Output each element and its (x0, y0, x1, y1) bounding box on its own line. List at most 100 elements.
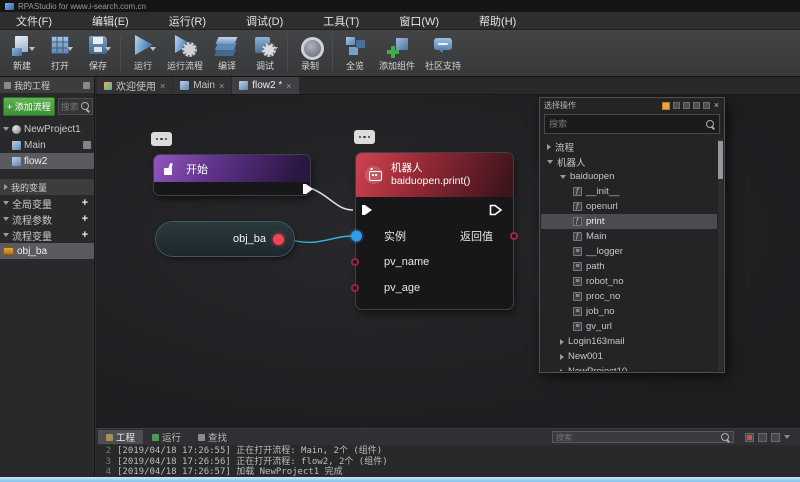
robot-function-node[interactable]: 机器人 baiduopen.print() 实例 返回值 pv_name (356, 153, 513, 309)
wrap-log-icon[interactable] (758, 433, 767, 442)
chevron-down-icon[interactable] (3, 201, 9, 205)
menu-window[interactable]: 窗口(W) (383, 12, 455, 29)
tab-main[interactable]: Main × (173, 77, 231, 94)
add-global-var-button[interactable]: + (79, 197, 91, 209)
close-icon[interactable]: × (286, 81, 291, 91)
ops-tree-item-main[interactable]: ƒMain (541, 229, 717, 244)
return-port[interactable] (510, 232, 518, 240)
save-button[interactable]: 保存 (79, 32, 117, 74)
chevron-down-icon[interactable] (784, 435, 790, 439)
var-group-global[interactable]: 全局变量 + (0, 195, 94, 211)
start-node[interactable]: 开始 (154, 155, 310, 195)
chevron-down-icon[interactable] (67, 47, 73, 51)
ops-tree-item-robot-no[interactable]: ≡robot_no (541, 274, 717, 289)
add-flow-button[interactable]: + 添加流程 (3, 97, 55, 116)
ops-tree-item-login163mail[interactable]: Login163mail (541, 334, 717, 349)
clear-log-icon[interactable] (745, 433, 754, 442)
scrollbar-thumb[interactable] (718, 141, 723, 179)
debug-button[interactable]: 调试 (246, 32, 284, 74)
tree-item-main-flow[interactable]: Main (0, 137, 94, 153)
add-flow-var-button[interactable]: + (79, 229, 91, 241)
exec-out-port[interactable] (303, 184, 313, 194)
record-button[interactable]: 录制 (291, 32, 329, 74)
ops-tree-item-gv-url[interactable]: ≡gv_url (541, 319, 717, 334)
close-icon[interactable]: × (160, 81, 165, 91)
menu-edit[interactable]: 编辑(E) (76, 12, 145, 29)
chevron-right-icon[interactable] (547, 144, 551, 150)
add-flow-param-button[interactable]: + (79, 213, 91, 225)
chevron-down-icon[interactable] (150, 47, 156, 51)
comment-icon[interactable] (354, 130, 375, 144)
log-output[interactable]: 2 [2019/04/18 17:26:55] 正在打开流程: Main, 2个… (96, 445, 800, 477)
tab-welcome[interactable]: 欢迎使用 × (97, 77, 172, 94)
overview-button[interactable]: 全览 (336, 32, 374, 74)
panel-option-icon[interactable] (683, 102, 690, 109)
log-tab-run[interactable]: 运行 (144, 430, 189, 444)
ops-tree-item-newproject10[interactable]: NewProject10 (541, 364, 717, 371)
chevron-down-icon[interactable] (272, 47, 278, 51)
menu-help[interactable]: 帮助(H) (463, 12, 532, 29)
chevron-down-icon[interactable] (3, 233, 9, 237)
ops-tree-item-job-no[interactable]: ≡job_no (541, 304, 717, 319)
var-item-obj-ba[interactable]: obj_ba (0, 243, 94, 259)
chevron-right-icon[interactable] (560, 354, 564, 360)
instance-port[interactable] (351, 231, 362, 242)
log-tab-project[interactable]: 工程 (98, 430, 143, 444)
ops-tree-item-path[interactable]: ≡path (541, 259, 717, 274)
ops-tree-item-init[interactable]: ƒ__init__ (541, 184, 717, 199)
menu-file[interactable]: 文件(F) (0, 12, 68, 29)
operations-search-input[interactable] (549, 119, 706, 129)
variable-node-obj-ba[interactable]: obj_ba (156, 222, 294, 256)
menu-run[interactable]: 运行(R) (153, 12, 222, 29)
compile-button[interactable]: 编译 (208, 32, 246, 74)
close-icon[interactable]: × (713, 101, 720, 110)
chevron-right-icon[interactable] (560, 339, 564, 345)
menu-debug[interactable]: 调试(D) (230, 12, 299, 29)
scrollbar[interactable] (718, 139, 723, 371)
chevron-down-icon[interactable] (560, 175, 566, 179)
chevron-down-icon[interactable] (3, 217, 9, 221)
exec-in-port[interactable] (362, 205, 372, 215)
log-tab-find[interactable]: 查找 (190, 430, 235, 444)
ops-tree-item-new001[interactable]: New001 (541, 349, 717, 364)
search-icon[interactable] (706, 120, 715, 129)
log-search-input[interactable] (556, 433, 721, 442)
export-log-icon[interactable] (771, 433, 780, 442)
chevron-down-icon[interactable] (3, 127, 9, 131)
pin-icon[interactable] (83, 82, 90, 89)
menu-tools[interactable]: 工具(T) (307, 12, 375, 29)
run-button[interactable]: 运行 (124, 32, 162, 74)
panel-pin-icon[interactable] (693, 102, 700, 109)
chevron-down-icon[interactable] (29, 47, 35, 51)
panel-option-icon[interactable] (673, 102, 680, 109)
pv-age-port[interactable] (351, 284, 359, 292)
close-icon[interactable]: × (219, 81, 224, 91)
search-icon[interactable] (721, 433, 730, 442)
ops-tree-item-proc-no[interactable]: ≡proc_no (541, 289, 717, 304)
open-button[interactable]: 打开 (41, 32, 79, 74)
var-group-flow-vars[interactable]: 流程变量 + (0, 227, 94, 243)
tree-item-flow2[interactable]: flow2 (0, 153, 94, 169)
search-icon[interactable] (81, 102, 90, 111)
panel-mode-icon[interactable] (662, 102, 670, 110)
chevron-down-icon[interactable] (547, 160, 553, 164)
ops-tree-item-baiduopen[interactable]: baiduopen (541, 169, 717, 184)
exec-wire[interactable] (308, 187, 353, 210)
ops-tree-item-robot[interactable]: 机器人 (541, 154, 717, 169)
comment-icon[interactable] (151, 132, 172, 146)
data-wire[interactable] (288, 236, 352, 242)
exec-out-port[interactable] (489, 204, 503, 216)
chevron-right-icon[interactable] (560, 369, 564, 372)
pv-name-port[interactable] (351, 258, 359, 266)
chevron-right-icon[interactable] (4, 184, 8, 190)
variable-out-port[interactable] (273, 234, 284, 245)
ops-tree-item-flow[interactable]: 流程 (541, 139, 717, 154)
community-support-button[interactable]: 社区支持 (420, 32, 466, 74)
tree-item-project-root[interactable]: NewProject1 (0, 121, 94, 137)
tab-flow2[interactable]: flow2 * × (232, 77, 298, 94)
ops-tree-item-openurl[interactable]: ƒopenurl (541, 199, 717, 214)
var-group-params[interactable]: 流程参数 + (0, 211, 94, 227)
chevron-down-icon[interactable] (105, 47, 111, 51)
run-flow-button[interactable]: 运行流程 (162, 32, 208, 74)
panel-dock-icon[interactable] (703, 102, 710, 109)
